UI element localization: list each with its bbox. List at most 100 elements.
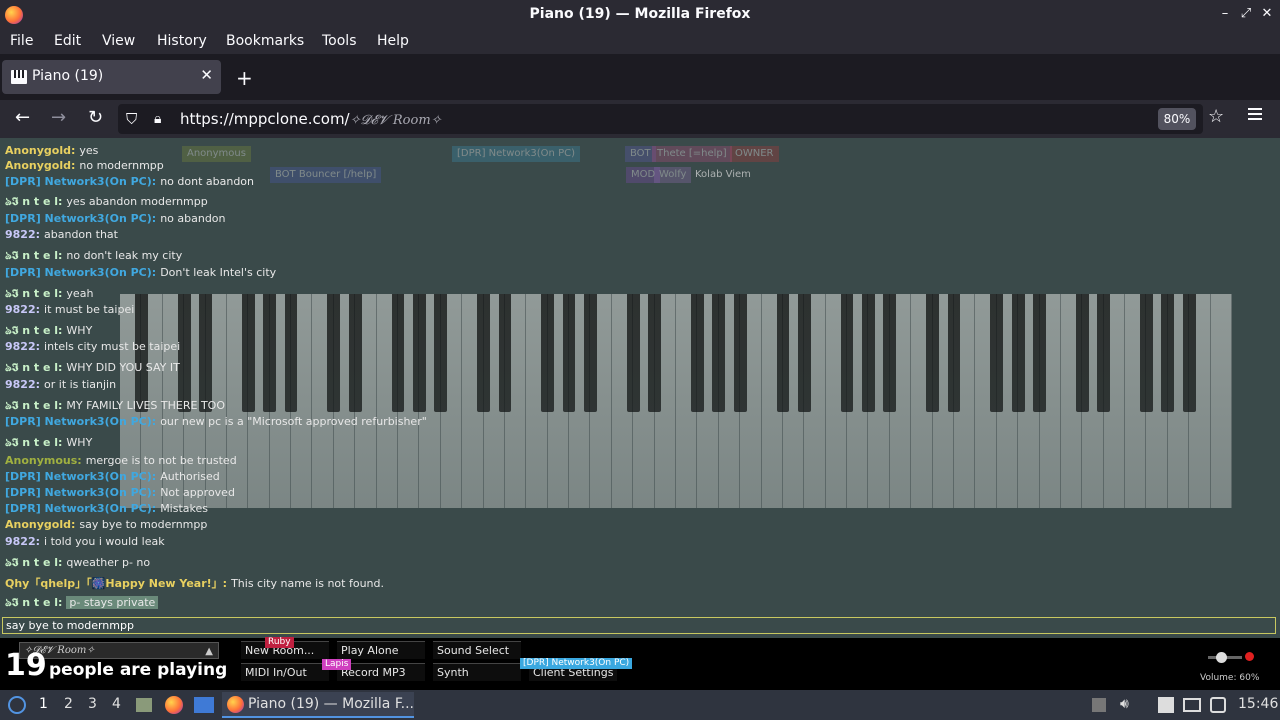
user-tag[interactable]: OWNER (730, 146, 779, 162)
chat-message: ঌ𝕴 n t e l: WHY DID YOU SAY IT (5, 359, 180, 378)
chat-author[interactable]: ঌ𝕴 n t e l: (5, 195, 62, 208)
chat-text: Not approved (160, 486, 235, 499)
chat-message: [DPR] Network3(On PC): Mistakes (5, 502, 208, 515)
chat-author[interactable]: ঌ𝕴 n t e l: (5, 287, 62, 300)
chat-author[interactable]: [DPR] Network3(On PC): (5, 175, 156, 188)
chat-author[interactable]: [DPR] Network3(On PC): (5, 470, 156, 483)
start-menu-icon[interactable] (8, 696, 26, 714)
chat-text: abandon that (44, 228, 118, 241)
menu-help[interactable]: Help (377, 33, 409, 49)
chat-author[interactable]: ঌ𝕴 n t e l: (5, 361, 62, 374)
back-icon[interactable]: ← (15, 108, 30, 128)
chat-text: it must be taipei (44, 303, 135, 316)
user-tag[interactable]: BOT Bouncer [/help] (270, 167, 382, 183)
network-icon[interactable] (1210, 697, 1226, 713)
chat-author[interactable]: ঌ𝕴 n t e l: (5, 399, 62, 412)
chat-author[interactable]: [DPR] Network3(On PC): (5, 212, 156, 225)
volume-icon[interactable]: 🔊︎ (1120, 696, 1129, 712)
menu-view[interactable]: View (102, 33, 135, 49)
chat-author[interactable]: ঌ𝕴 n t e l: (5, 249, 62, 262)
midi-button[interactable]: MIDI In/Out (241, 663, 329, 681)
reload-icon[interactable]: ↻ (88, 108, 103, 128)
chat-author[interactable]: Qhy「qhelp」「🎆Happy New Year!」: (5, 577, 227, 590)
workspace-1[interactable]: 1 (39, 696, 48, 712)
room-select[interactable]: ✧𝓓𝓔𝓥 Room✧ ▲ (19, 642, 219, 659)
tray-up-icon[interactable] (1092, 698, 1106, 712)
forward-icon[interactable]: → (51, 108, 66, 128)
bottom-controls: ✧𝓓𝓔𝓥 Room✧ ▲ 19 people are playing New Ro… (0, 637, 1280, 690)
lock-icon[interactable]: 🔒︎ (154, 109, 161, 129)
workspace-2[interactable]: 2 (64, 696, 73, 712)
menu-edit[interactable]: Edit (54, 33, 81, 49)
chat-author[interactable]: Anonygold: (5, 159, 75, 172)
chat-text: or it is tianjin (44, 378, 117, 391)
chat-author[interactable]: [DPR] Network3(On PC): (5, 266, 156, 279)
chat-message: Anonymous: mergoe is to not be trusted (5, 454, 237, 467)
chat-text: p- stays private (66, 596, 159, 609)
menu-tools[interactable]: Tools (322, 33, 357, 49)
hamburger-menu-icon[interactable] (1248, 108, 1262, 110)
user-tag[interactable]: [DPR] Network3(On PC) (452, 146, 580, 162)
nav-bar: ← → ↻ ⛉ 🔒︎ https://mppclone.com/✧𝓓𝓔𝓥 Roo… (0, 100, 1280, 138)
user-tag[interactable]: Thete [=help] (652, 146, 732, 162)
zoom-level[interactable]: 80% (1158, 108, 1196, 130)
chat-author[interactable]: ঌ𝕴 n t e l: (5, 596, 62, 609)
desktop-icon[interactable] (194, 697, 214, 713)
menu-bookmarks[interactable]: Bookmarks (226, 33, 304, 49)
synth-button[interactable]: Synth (433, 663, 521, 681)
user-tag[interactable]: Kolab Viem (690, 167, 756, 183)
bookmark-star-icon[interactable]: ☆ (1208, 106, 1224, 127)
chat-author[interactable]: [DPR] Network3(On PC): (5, 486, 156, 499)
chat-message: ঌ𝕴 n t e l: yeah (5, 285, 93, 304)
player-count: 19 (5, 648, 47, 683)
play-alone-button[interactable]: Play Alone (337, 641, 425, 659)
files-icon[interactable] (136, 698, 152, 712)
tab-close-icon[interactable]: ✕ (200, 66, 213, 84)
window-title: Piano (19) — Mozilla Firefox (529, 6, 751, 22)
url-host: https://mppclone.com/ (180, 110, 350, 128)
chat-author[interactable]: 9822: (5, 303, 40, 316)
clipboard-icon[interactable] (1158, 697, 1174, 713)
new-tab-button[interactable]: + (236, 66, 253, 90)
chat-message: [DPR] Network3(On PC): our new pc is a "M… (5, 415, 427, 428)
chat-author[interactable]: Anonymous: (5, 454, 82, 467)
sound-select-button[interactable]: Sound Select (433, 641, 521, 659)
chat-author[interactable]: 9822: (5, 535, 40, 548)
chat-author[interactable]: 9822: (5, 378, 40, 391)
display-icon[interactable] (1183, 698, 1201, 712)
taskbar-window-firefox[interactable]: Piano (19) — Mozilla F... (222, 692, 414, 718)
chat-message: ঌ𝕴 n t e l: MY FAMILY LIVES THERE TOO (5, 397, 225, 416)
chat-text: i told you i would leak (44, 535, 165, 548)
volume-knob[interactable] (1216, 652, 1227, 663)
shield-icon[interactable]: ⛉ (126, 109, 137, 129)
chat-author[interactable]: 9822: (5, 340, 40, 353)
workspace-4[interactable]: 4 (112, 696, 121, 712)
chat-message: [DPR] Network3(On PC): Not approved (5, 486, 235, 499)
menu-history[interactable]: History (157, 33, 207, 49)
chat-author[interactable]: Anonygold: (5, 518, 75, 531)
minimize-icon[interactable]: – (1216, 5, 1234, 23)
url-text[interactable]: https://mppclone.com/✧𝓓𝓔𝓥 Room✧ (180, 110, 442, 128)
workspace-3[interactable]: 3 (88, 696, 97, 712)
chat-author[interactable]: [DPR] Network3(On PC): (5, 502, 156, 515)
tab-piano[interactable]: Piano (19) ✕ (2, 60, 221, 94)
url-bar[interactable]: ⛉ 🔒︎ https://mppclone.com/✧𝓓𝓔𝓥 Room✧ 80%… (118, 104, 1224, 134)
user-tag[interactable]: Anonymous (182, 146, 251, 162)
chat-author[interactable]: ঌ𝕴 n t e l: (5, 436, 62, 449)
chat-message: ঌ𝕴 n t e l: p- stays private (5, 594, 159, 613)
piano-keyboard[interactable] (120, 294, 1232, 508)
chat-author[interactable]: Anonygold: (5, 144, 75, 157)
chat-input[interactable]: say bye to modernmpp (2, 617, 1276, 634)
player-count-label: people are playing (49, 660, 228, 680)
chat-author[interactable]: [DPR] Network3(On PC): (5, 415, 156, 428)
chat-message: Anonygold: say bye to modernmpp (5, 518, 207, 531)
menu-file[interactable]: File (10, 33, 33, 49)
chat-author[interactable]: 9822: (5, 228, 40, 241)
chat-author[interactable]: ঌ𝕴 n t e l: (5, 324, 62, 337)
maximize-icon[interactable]: ⤢ (1237, 5, 1255, 23)
user-tag[interactable]: Wolfy (654, 167, 692, 183)
close-icon[interactable]: ✕ (1258, 5, 1276, 23)
chat-author[interactable]: ঌ𝕴 n t e l: (5, 556, 62, 569)
firefox-launcher-icon[interactable] (165, 696, 183, 714)
cursor-tag-ruby: Ruby (265, 637, 294, 648)
